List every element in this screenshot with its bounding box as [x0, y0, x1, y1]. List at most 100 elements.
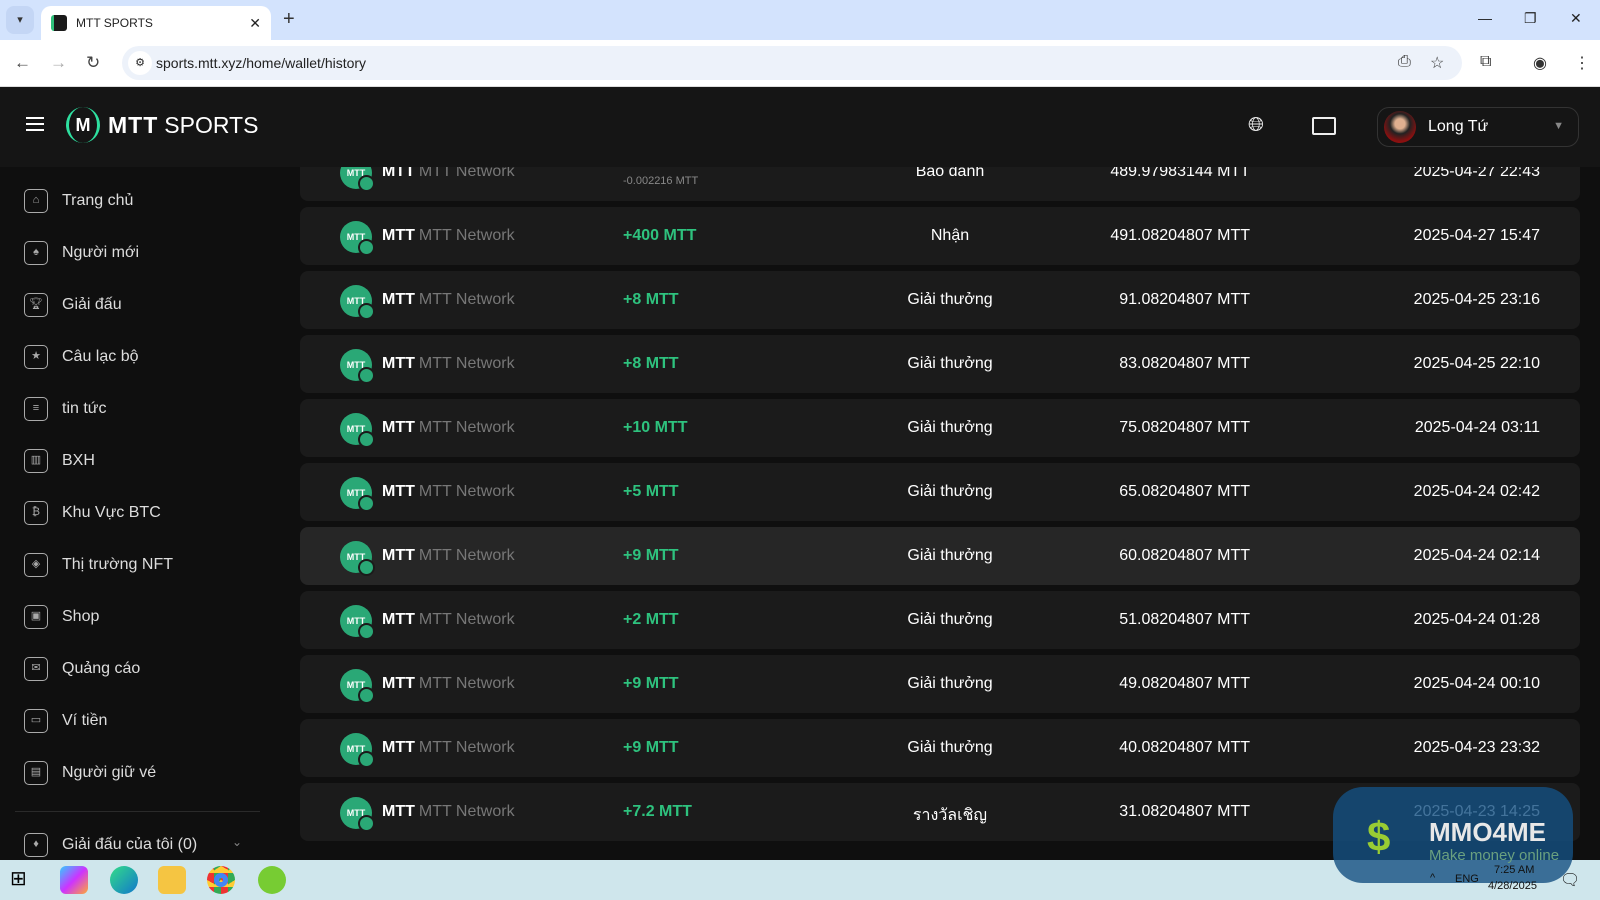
transaction-row[interactable]: MTT MTT MTT Network +9 MTT Giải thưởng 40…: [300, 719, 1580, 777]
transaction-date: 2025-04-24 03:11: [1414, 419, 1540, 436]
sidebar-item-9[interactable]: ✉ Quảng cáo: [24, 657, 140, 681]
transaction-type: รางวัลเชิญ: [912, 807, 988, 824]
clock-time[interactable]: 7:25 AM: [1494, 864, 1534, 876]
mtt-sports-logo[interactable]: M MTT SPORTS: [66, 107, 258, 143]
tray-expand-icon[interactable]: ^: [1430, 872, 1435, 884]
chevron-down-icon[interactable]: ⌄: [232, 835, 242, 849]
clock-date[interactable]: 4/28/2025: [1488, 880, 1537, 892]
transaction-row[interactable]: MTT MTT MTT Network +5 MTT Giải thưởng 65…: [300, 463, 1580, 521]
site-settings-icon[interactable]: ⚙: [128, 51, 152, 75]
language-indicator[interactable]: ENG: [1455, 873, 1479, 885]
amount: +10 MTT: [623, 419, 688, 436]
back-button[interactable]: ←: [14, 53, 31, 73]
transaction-type: Giải thưởng: [907, 419, 993, 436]
transaction-row[interactable]: MTT MTT MTT Network +9 MTT Giải thưởng 60…: [300, 527, 1580, 585]
windows-start-icon[interactable]: ⊞: [10, 866, 38, 894]
balance: 491.08204807 MTT: [1110, 227, 1250, 244]
sidebar-item-10[interactable]: ▭ Ví tiền: [24, 709, 107, 733]
minimize-button[interactable]: —: [1478, 10, 1492, 26]
amount-detail: -0.002216 MTT: [623, 175, 699, 187]
sidebar-item-1[interactable]: ♠ Người mới: [24, 241, 139, 265]
edge-icon[interactable]: [110, 866, 138, 894]
transaction-row[interactable]: MTT MTT MTT Network -0.002216 MTT Báo dan…: [300, 167, 1580, 201]
user-name: Long Tứ: [1428, 118, 1489, 135]
copilot-icon[interactable]: [60, 866, 88, 894]
transaction-row[interactable]: MTT MTT MTT Network +9 MTT Giải thưởng 49…: [300, 655, 1580, 713]
restore-button[interactable]: ❐: [1524, 10, 1537, 27]
token-network: MTT Network: [418, 355, 515, 372]
sidebar-item-label: BXH: [62, 452, 95, 469]
mail-icon[interactable]: [1312, 117, 1336, 135]
sidebar-item-5[interactable]: ▥ BXH: [24, 449, 95, 473]
sidebar-item-label: Thị trường NFT: [62, 556, 173, 573]
sidebar-item-4[interactable]: ≡ tin tức: [24, 397, 107, 421]
token-symbol: MTT: [382, 547, 415, 564]
club-icon: ★: [24, 345, 48, 369]
tab-search-button[interactable]: ▾: [6, 6, 34, 34]
wallet-icon: ▭: [24, 709, 48, 733]
menu-icon[interactable]: ⋮: [1574, 53, 1590, 73]
transaction-date: 2025-04-27 15:47: [1413, 227, 1540, 244]
reload-button[interactable]: ↻: [86, 53, 100, 73]
profile-icon[interactable]: ◉: [1533, 53, 1547, 73]
chrome-icon[interactable]: [207, 866, 235, 894]
user-menu[interactable]: Long Tứ ▼: [1377, 107, 1579, 147]
balance: 49.08204807 MTT: [1119, 675, 1250, 692]
tab-title: MTT SPORTS: [76, 16, 153, 30]
browser-tab[interactable]: MTT SPORTS ✕: [41, 6, 271, 40]
transaction-date: 2025-04-23 23:32: [1413, 739, 1540, 756]
favicon-icon: [51, 15, 67, 31]
file-explorer-icon[interactable]: [158, 866, 186, 894]
amount: +400 MTT: [623, 227, 697, 244]
mtt-coin-icon: MTT: [340, 167, 375, 192]
transaction-type: Báo danh: [915, 167, 985, 180]
token-symbol: MTT: [382, 739, 415, 756]
forward-button[interactable]: →: [50, 53, 67, 73]
browser-tab-bar: ▾ MTT SPORTS ✕ + — ❐ ✕: [0, 0, 1600, 40]
news-icon: ≡: [24, 397, 48, 421]
transaction-row[interactable]: MTT MTT MTT Network +2 MTT Giải thưởng 51…: [300, 591, 1580, 649]
sidebar-item-3[interactable]: ★ Câu lạc bộ: [24, 345, 139, 369]
sidebar-item-11[interactable]: ▤ Người giữ vé: [24, 761, 156, 785]
sidebar-item-my-tournaments[interactable]: ♦ Giải đấu của tôi (0): [24, 833, 197, 857]
close-window-button[interactable]: ✕: [1570, 10, 1582, 27]
transaction-row[interactable]: MTT MTT MTT Network +10 MTT Giải thưởng 7…: [300, 399, 1580, 457]
token-cell: MTT MTT Network: [382, 803, 515, 821]
amount: +8 MTT: [623, 291, 679, 308]
mtt-coin-icon: MTT: [340, 413, 375, 448]
notifications-icon[interactable]: 🗨︎: [1560, 870, 1580, 890]
sidebar-item-6[interactable]: ₿ Khu Vực BTC: [24, 501, 161, 525]
token-network: MTT Network: [418, 803, 515, 820]
url-input[interactable]: ⚙ sports.mtt.xyz/home/wallet/history: [122, 46, 1462, 80]
bookmark-star-icon[interactable]: ☆: [1430, 53, 1444, 73]
sidebar-item-label: Shop: [62, 608, 100, 625]
extensions-icon[interactable]: ⧉: [1480, 53, 1491, 71]
sidebar-item-2[interactable]: 🏆︎ Giải đấu: [24, 293, 122, 317]
sidebar-item-label: Giải đấu của tôi (0): [62, 836, 198, 853]
sidebar-item-8[interactable]: ▣ Shop: [24, 605, 99, 629]
sidebar-item-7[interactable]: ◈ Thị trường NFT: [24, 553, 173, 577]
trophy-icon: 🏆︎: [24, 293, 48, 317]
sidebar-item-label: Câu lạc bộ: [62, 348, 139, 365]
transaction-date: 2025-04-24 02:42: [1413, 483, 1540, 500]
transaction-row[interactable]: MTT MTT MTT Network +8 MTT Giải thưởng 83…: [300, 335, 1580, 393]
transaction-date: 2025-04-25 23:16: [1413, 291, 1540, 308]
caret-down-icon: ▼: [1553, 120, 1564, 132]
cards-icon: ♦: [24, 833, 48, 857]
new-tab-button[interactable]: +: [283, 8, 295, 31]
token-network: MTT Network: [418, 419, 515, 436]
close-tab-icon[interactable]: ✕: [249, 15, 261, 32]
token-network: MTT Network: [418, 611, 515, 628]
newbie-icon: ♠: [24, 241, 48, 265]
install-app-icon[interactable]: ⎙: [1398, 53, 1411, 71]
transaction-type: Giải thưởng: [907, 739, 993, 756]
sidebar-item-0[interactable]: ⌂ Trang chủ: [24, 189, 133, 213]
token-network: MTT Network: [418, 227, 515, 244]
globe-language-icon[interactable]: 🌐︎: [1248, 114, 1264, 137]
shop-icon: ▣: [24, 605, 48, 629]
transaction-row[interactable]: MTT MTT MTT Network +8 MTT Giải thưởng 91…: [300, 271, 1580, 329]
token-network: MTT Network: [418, 547, 515, 564]
transaction-row[interactable]: MTT MTT MTT Network +400 MTT Nhận 491.082…: [300, 207, 1580, 265]
coccoc-icon[interactable]: [258, 866, 286, 894]
hamburger-menu-icon[interactable]: [26, 117, 44, 131]
